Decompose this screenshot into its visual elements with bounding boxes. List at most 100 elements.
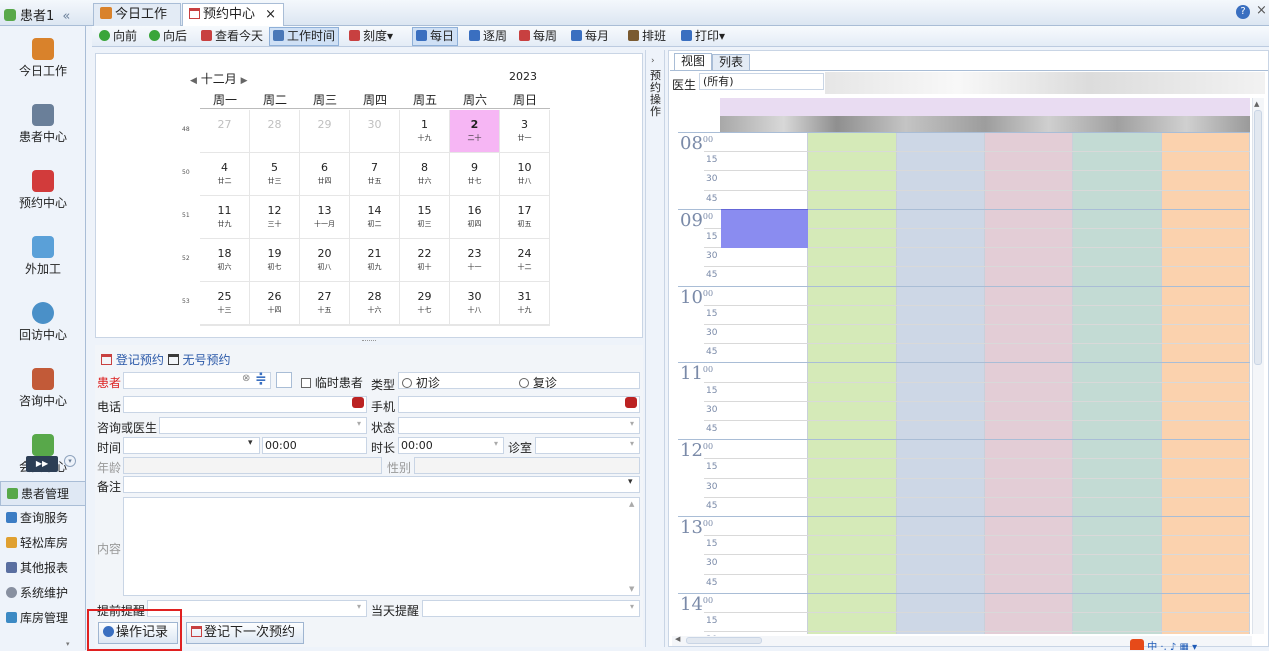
work-time-button[interactable]: 工作时间 [269,27,340,46]
hscroll-thumb[interactable] [686,637,762,644]
month-view-button[interactable]: 每月 [568,27,612,46]
week-view-button[interactable]: 每周 [516,27,560,46]
calendar-day[interactable]: 2 二十 [450,110,500,153]
help-icon[interactable]: ? [1236,5,1250,19]
doctor-filter-select[interactable]: (所有) [699,73,824,90]
calendar-day[interactable]: 28 [250,110,300,153]
calendar-day[interactable]: 20 初八 [300,239,350,282]
patient-list-icon[interactable] [276,372,292,388]
shift-schedule-button[interactable]: 排班 [625,27,669,46]
temp-patient-checkbox[interactable]: 临时患者 [301,374,363,391]
schedule-view-tab[interactable]: 视图 [674,53,712,70]
sidebar-expand-button[interactable]: ▶▶ [26,456,58,472]
calendar-day[interactable]: 11 廿九 [200,196,250,239]
content-textarea[interactable] [123,497,640,596]
tab-appointment-center[interactable]: 预约中心 × [182,3,284,26]
calendar-day[interactable]: 24 十二 [500,239,550,282]
chevron-down-icon[interactable]: ▾ [248,438,253,448]
chevron-down-icon[interactable]: ▾ [630,419,634,428]
chevron-down-icon[interactable]: ▾ [357,602,361,611]
calendar-day[interactable]: 17 初五 [500,196,550,239]
sidebar-menu-icon[interactable]: ▾ [64,455,76,467]
calendar-grip-icon[interactable] [362,340,376,342]
doctor-select[interactable] [159,417,367,434]
calendar-day[interactable]: 13 十一月 [300,196,350,239]
calendar-day[interactable]: 22 初十 [400,239,450,282]
phone-icon[interactable] [625,397,637,408]
sidebar-item-today-work[interactable]: 今日工作 [0,38,86,98]
sidebar-item-easy-warehouse[interactable]: 轻松库房 [0,531,86,556]
no-number-appointment-tab[interactable]: 无号预约 [167,353,231,367]
calendar-day[interactable]: 10 廿八 [500,153,550,196]
calendar-day[interactable]: 8 廿六 [400,153,450,196]
ime-indicator[interactable]: 中 ·, ♪ ▦ ▾ [1130,638,1269,650]
prev-month-icon[interactable]: ◀ [190,76,197,86]
sidebar-item-outsource[interactable]: 外加工 [0,236,86,296]
sidebar-item-system-maintenance[interactable]: 系统维护 [0,581,86,606]
chevron-down-icon[interactable]: ▾ [630,602,634,611]
chevron-down-icon[interactable]: ▾ [494,439,498,448]
sidebar-item-appointment-center[interactable]: 预约中心 [0,170,86,230]
chevron-down-icon[interactable]: ▾ [630,439,634,448]
sidebar-item-patient-center[interactable]: 患者中心 [0,104,86,164]
calendar-day[interactable]: 9 廿七 [450,153,500,196]
register-next-appointment-button[interactable]: 登记下一次预约 [186,622,304,644]
room-select[interactable] [535,437,640,454]
calendar-day[interactable]: 5 廿三 [250,153,300,196]
duration-field[interactable]: 00:00 [398,437,504,454]
clear-patient-icon[interactable]: ⊗ [242,373,250,384]
calendar-day[interactable]: 21 初九 [350,239,400,282]
calendar-day[interactable]: 12 三十 [250,196,300,239]
appointment-block[interactable] [721,209,808,248]
sidebar-item-query-service[interactable]: 查询服务 [0,506,86,531]
calendar-day[interactable]: 26 十四 [250,282,300,325]
calendar-day[interactable]: 7 廿五 [350,153,400,196]
splitter-panel[interactable] [645,50,665,647]
calendar-day[interactable]: 1 十九 [400,110,450,153]
next-button[interactable]: 向后 [146,27,190,46]
calendar-day[interactable]: 3 廿一 [500,110,550,153]
tab-today-work[interactable]: 今日工作 [93,3,181,26]
window-close-icon[interactable]: × [1256,3,1267,18]
sidebar-item-patient-manage[interactable]: 患者管理 [0,481,86,506]
sidebar-scroll-down-icon[interactable]: ▾ [66,640,70,648]
next-month-icon[interactable]: ▶ [241,76,248,86]
scale-dropdown[interactable]: 刻度▾ [346,27,396,46]
day-remind-select[interactable] [422,600,640,617]
calendar-day[interactable]: 14 初二 [350,196,400,239]
phone-field[interactable] [123,396,367,413]
calendar-day[interactable]: 29 [300,110,350,153]
calendar-day[interactable]: 23 十一 [450,239,500,282]
scroll-up-icon[interactable]: ▲ [629,500,634,508]
chevron-down-icon[interactable]: ▾ [628,477,633,487]
register-appointment-tab[interactable]: 登记预约 [101,353,164,367]
sidebar-item-followup-center[interactable]: 回访中心 [0,302,86,362]
scroll-up-icon[interactable]: ▲ [1254,100,1259,108]
chevron-down-icon[interactable]: ▾ [357,419,361,428]
status-select[interactable] [398,417,640,434]
view-today-button[interactable]: 查看今天 [198,27,266,46]
splitter-expand-icon[interactable]: › [651,56,655,66]
type-return-visit-radio[interactable]: 复诊 [519,374,557,391]
print-dropdown[interactable]: 打印▾ [678,27,728,46]
calendar-day[interactable]: 28 十六 [350,282,400,325]
daily-view-button[interactable]: 每日 [412,27,459,46]
collapse-sidebar-icon[interactable]: « [62,9,70,24]
calendar-day[interactable]: 16 初四 [450,196,500,239]
calendar-day[interactable]: 18 初六 [200,239,250,282]
calendar-day[interactable]: 27 [200,110,250,153]
work-week-view-button[interactable]: 逐周 [466,27,510,46]
close-tab-icon[interactable]: × [265,7,276,22]
sidebar-item-other-reports[interactable]: 其他报表 [0,556,86,581]
scroll-thumb[interactable] [1254,110,1262,365]
scroll-left-icon[interactable]: ◀ [675,635,680,643]
remark-select[interactable] [123,476,640,493]
prev-button[interactable]: 向前 [96,27,140,46]
calendar-day[interactable]: 30 [350,110,400,153]
mobile-field[interactable] [398,396,640,413]
time-field[interactable]: 00:00 [262,437,367,454]
add-patient-icon[interactable]: ≑ [255,371,267,387]
calendar-day[interactable]: 15 初三 [400,196,450,239]
phone-icon[interactable] [352,397,364,408]
calendar-day[interactable]: 6 廿四 [300,153,350,196]
